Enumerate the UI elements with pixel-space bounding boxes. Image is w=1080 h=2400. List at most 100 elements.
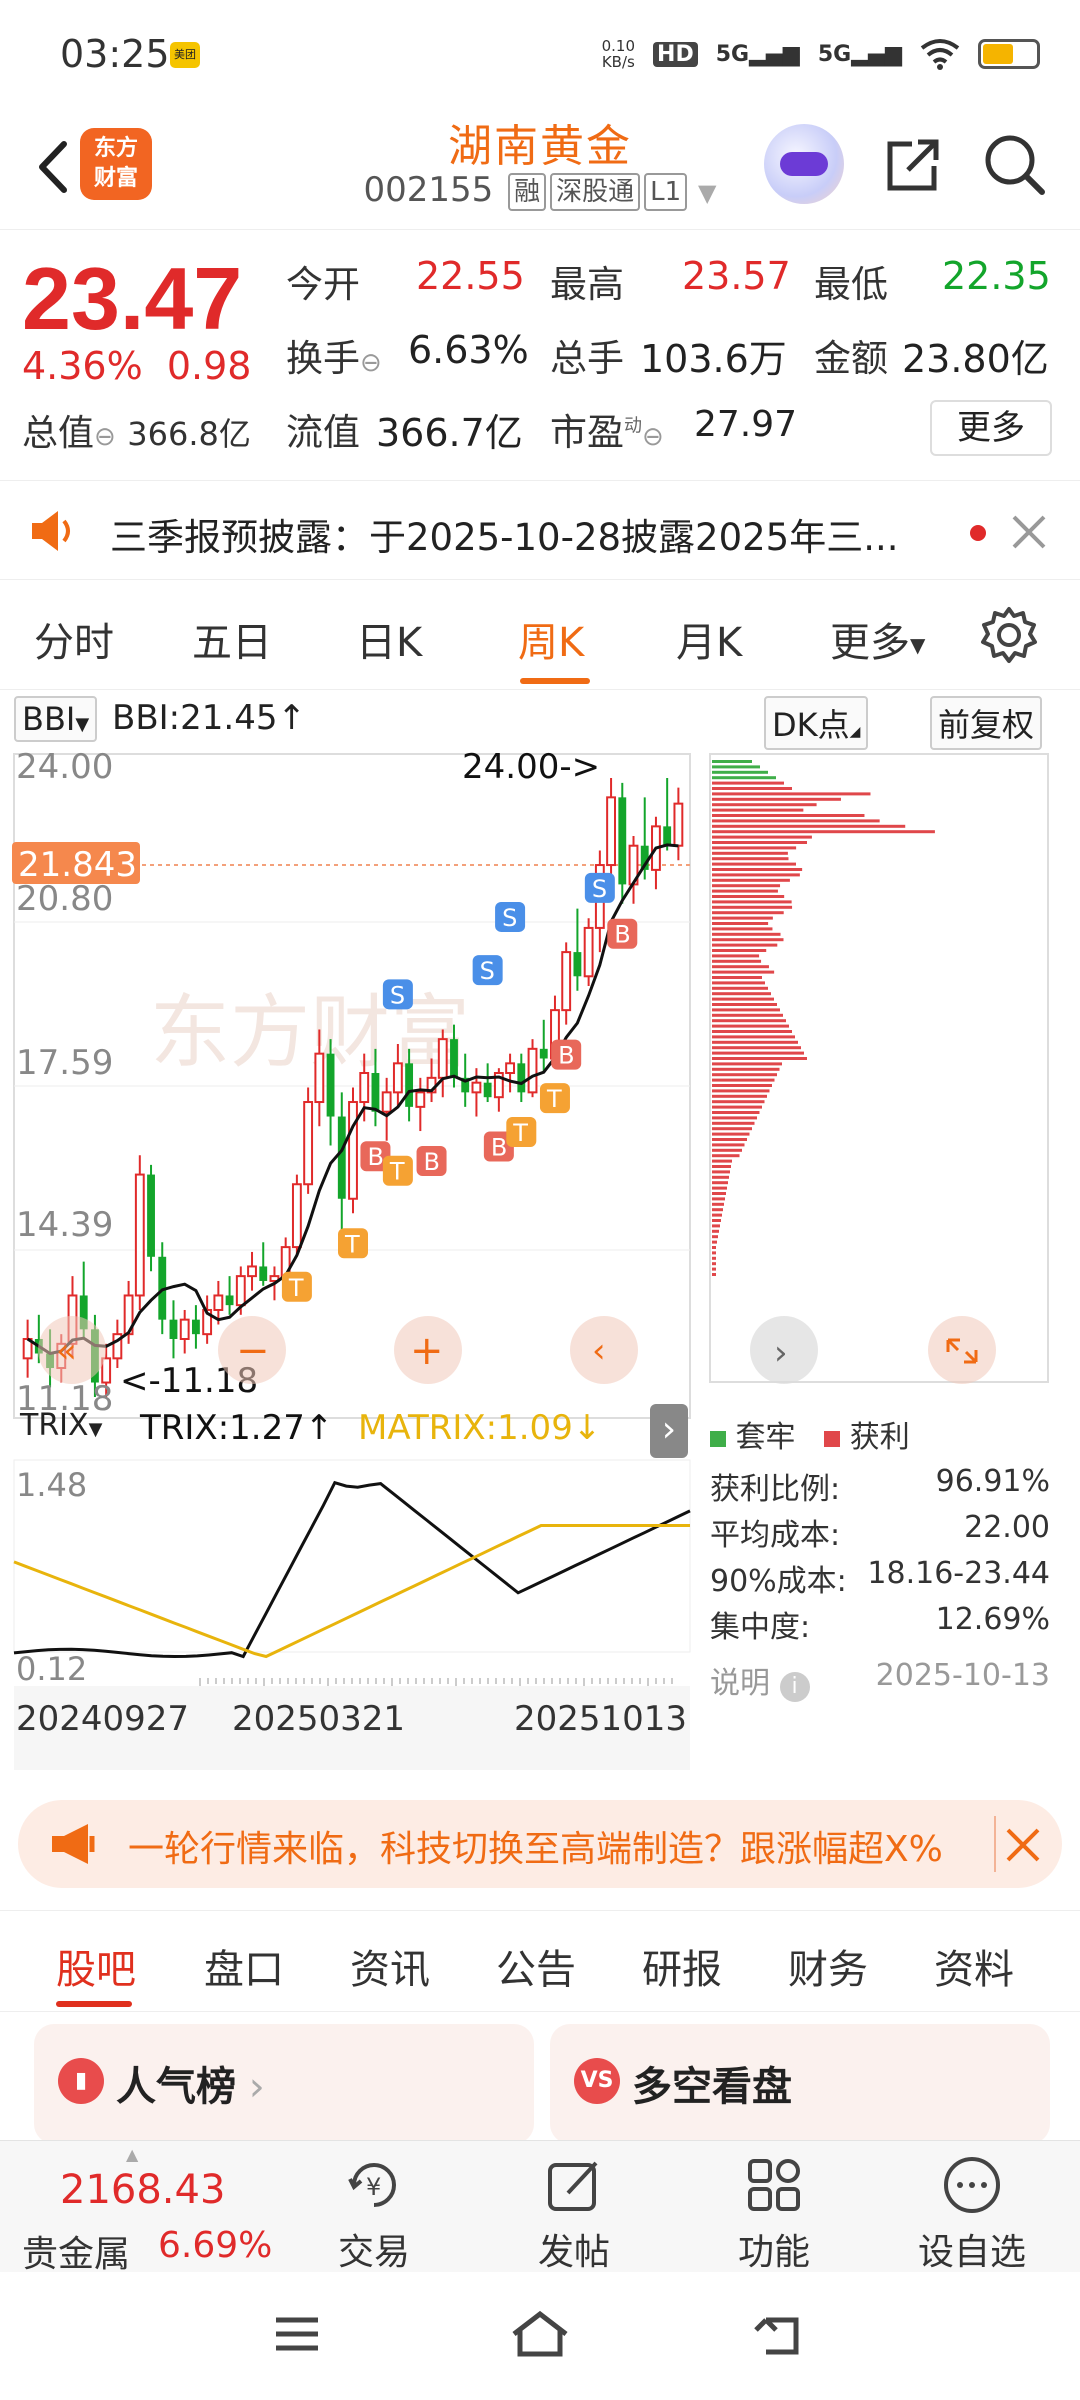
tab-financials[interactable]: 财务 [788,1937,868,1995]
tab-order-book[interactable]: 盘口 [204,1937,284,1995]
chip-bar [712,1186,727,1190]
trade-marker-label: T [344,1230,360,1258]
open-label: 今开 [286,263,360,306]
chip-bar [712,824,906,828]
status-bar: 03:25 美团 0.10 KB/s HD 5G▂▄▆ 5G▂▄▆ [0,0,1080,110]
stock-code: 002155 [363,170,494,210]
chip-bar [712,1008,780,1012]
chip-bar [712,981,765,985]
status-time: 03:25 [60,32,170,76]
chip-bar [712,900,792,904]
total-market-cap: 总值⊖ 366.8亿 [22,413,251,454]
toolbar-trade[interactable]: 交易 [304,2223,444,2275]
matrix-value: MATRIX:1.09↓ [358,1408,602,1448]
pe-value: 27.97 [694,404,798,445]
candle [259,1266,268,1281]
active-tab-underline [56,2001,132,2007]
candle [247,1265,257,1278]
chip-bar [712,1094,767,1098]
trade-marker-label: T [546,1085,562,1113]
watermark: 东方财富 [150,986,470,1079]
close-icon[interactable] [1010,513,1048,551]
trix-value: TRIX:1.27↑ [140,1408,334,1448]
chip-bar [712,1213,722,1217]
chip-bar [712,992,771,996]
watchlist-icon[interactable] [940,2153,1004,2217]
chip-bar [712,1154,740,1158]
chip-bar [712,1084,772,1087]
tab-news[interactable]: 资讯 [350,1937,430,1995]
chip-bar [712,846,797,850]
chip-bar [712,787,792,790]
ai-assistant-icon[interactable] [764,124,844,204]
chip-bar [712,803,817,807]
turnover-label: 换手⊖ [286,337,382,380]
tab-announcements[interactable]: 公告 [496,1937,576,1995]
chip-date: 2025-10-13 [875,1658,1050,1693]
share-icon[interactable] [878,130,948,200]
chip-bar [712,949,767,952]
chip-stat-row: 集中度: 12.69% [710,1602,1050,1645]
toolbar-functions[interactable]: 功能 [704,2223,844,2275]
toolbar-add-watchlist[interactable]: 设自选 [902,2223,1042,2275]
trade-icon[interactable]: ¥ [342,2153,406,2217]
tab-weekly-k[interactable]: 周K [518,610,584,668]
chip-bar [712,841,808,844]
popularity-card[interactable]: ▮ 人气榜 › [34,2024,534,2144]
candle [191,1319,200,1335]
tab-intraday[interactable]: 分时 [34,610,114,668]
chip-bar [712,1197,725,1201]
sector-index[interactable]: ▲ 2168.43 贵金属 6.69% [0,2141,280,2275]
home-icon[interactable] [508,2308,572,2360]
candle [348,1101,358,1200]
tab-daily-k[interactable]: 日K [356,610,422,668]
tab-more[interactable]: 更多▼ [830,610,925,668]
chip-bar [712,819,880,823]
candle [527,1047,538,1094]
bull-bear-card[interactable]: VS 多空看盘 [550,2024,1050,2144]
post-icon[interactable] [542,2153,606,2217]
tab-forum[interactable]: 股吧 [56,1937,136,1995]
chip-bar [712,932,781,936]
more-button[interactable]: 更多 [930,400,1052,456]
chip-bar [712,1267,716,1271]
trix-indicator-select[interactable]: TRIX▼ [14,1406,108,1445]
max-price-annotation: 24.00-> [462,747,600,787]
tab-research[interactable]: 研报 [642,1937,722,1995]
candle [450,1039,458,1078]
card-title: 人气榜 › [116,2064,265,2110]
chip-bar [712,1138,747,1141]
chip-note-row: 说明 i 2025-10-13 [710,1658,1050,1704]
chip-bar [712,922,769,925]
promo-banner[interactable]: 一轮行情来临，科技切换至高端制造？跟涨幅超X% [18,1800,1062,1888]
chip-bar [712,1121,755,1125]
system-nav-bar [0,2272,1080,2400]
chip-bar [712,1100,765,1104]
tab-profile[interactable]: 资料 [934,1937,1014,1995]
close-icon[interactable] [1004,1826,1042,1864]
chip-bar [712,873,800,877]
back-nav-icon[interactable] [752,2312,806,2358]
candle [147,1174,155,1257]
chip-help-link[interactable]: 说明 i [710,1658,810,1704]
chip-bar [712,911,784,915]
expand-button [928,1316,996,1384]
pan-left-icon: ‹ [592,1331,606,1371]
search-icon[interactable] [980,130,1050,200]
tab-monthly-k[interactable]: 月K [676,610,742,668]
price-change: 4.36% 0.98 [22,344,252,388]
chip-bar [712,1251,716,1255]
candle [235,1275,246,1307]
candle [213,1294,224,1311]
indicator-next-button[interactable]: › [650,1404,688,1458]
high-label: 最高 [550,263,624,306]
settings-gear-icon[interactable] [978,604,1040,666]
tab-five-day[interactable]: 五日 [192,610,272,668]
chip-bar [712,851,788,855]
menu-icon[interactable] [272,2314,322,2354]
chip-bar [712,1219,721,1222]
functions-icon[interactable] [742,2153,806,2217]
toolbar-post[interactable]: 发帖 [504,2223,644,2275]
announcement-bar[interactable]: 三季报预披露：于2025-10-28披露2025年三... [0,480,1080,580]
candle [561,951,572,1012]
